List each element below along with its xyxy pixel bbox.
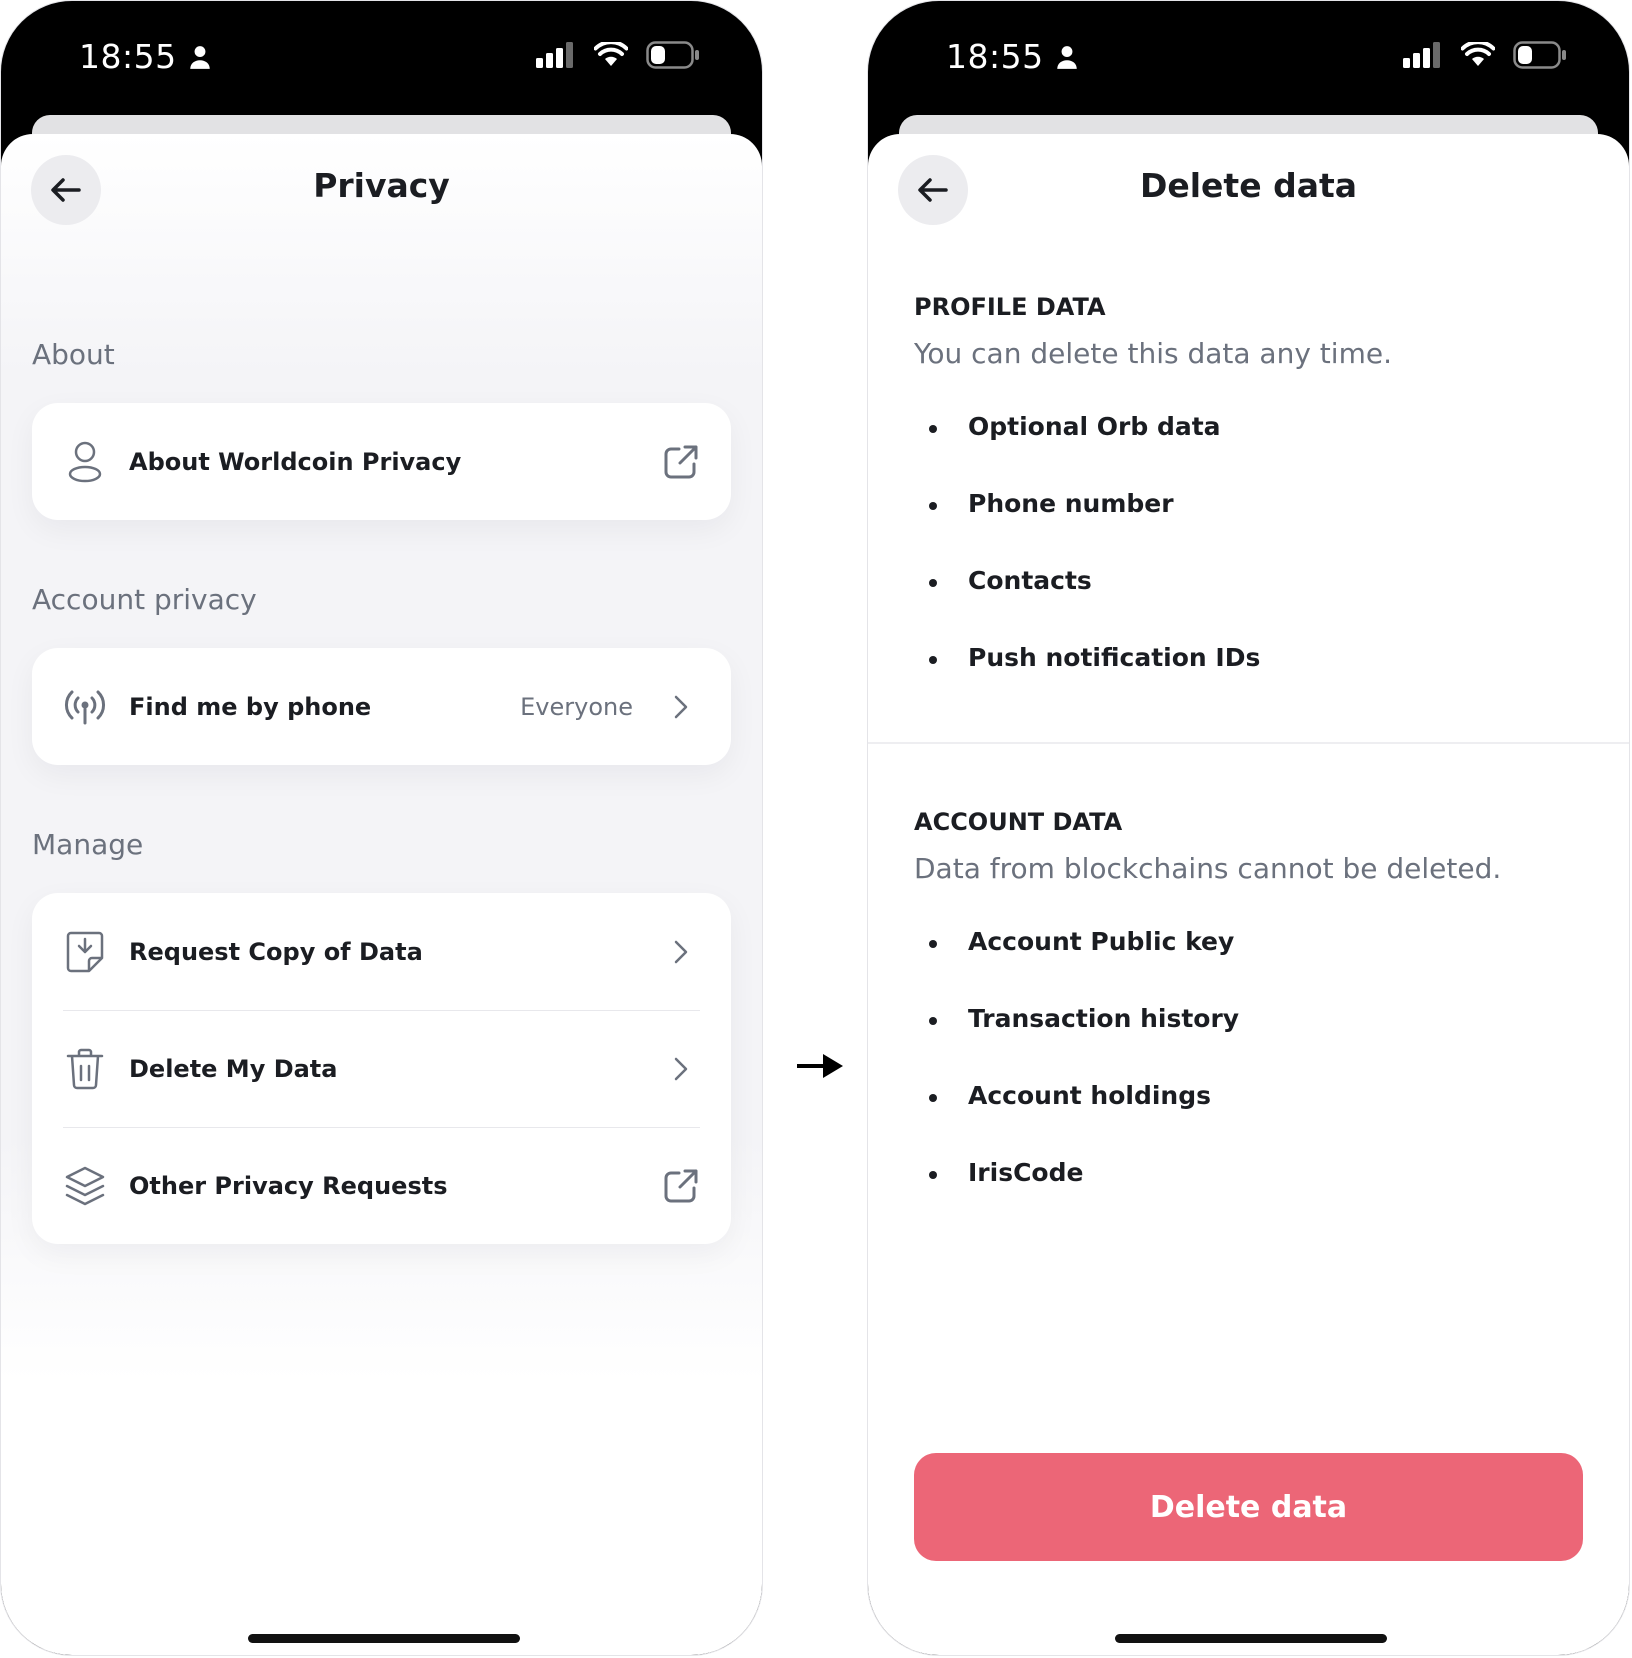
trash-icon: [63, 1047, 107, 1091]
chevron-right-icon: [662, 1050, 700, 1088]
home-indicator: [1115, 1634, 1387, 1643]
row-label: Other Privacy Requests: [129, 1171, 448, 1200]
person-status-icon: [189, 45, 210, 69]
battery-icon: [1513, 41, 1566, 69]
account-data-heading: ACCOUNT DATA: [914, 808, 1123, 836]
about-worldcoin-privacy-row[interactable]: About Worldcoin Privacy: [32, 403, 731, 520]
delete-my-data-row[interactable]: Delete My Data: [32, 1010, 731, 1127]
external-link-icon: [662, 1167, 700, 1205]
row-label: About Worldcoin Privacy: [129, 447, 462, 476]
status-bar: 18:55: [1, 1, 762, 116]
profile-data-heading: PROFILE DATA: [914, 293, 1106, 321]
list-item: Optional Orb data: [914, 412, 1260, 489]
section-label-account-privacy: Account privacy: [32, 583, 257, 616]
cellular-signal-icon: [536, 42, 573, 68]
broadcast-icon: [63, 685, 107, 729]
list-item: Transaction history: [914, 1004, 1239, 1081]
status-bar: 18:55: [868, 1, 1629, 116]
page-title: Delete data: [1139, 166, 1358, 205]
find-me-by-phone-row[interactable]: Find me by phone Everyone: [32, 648, 731, 765]
wifi-icon: [1461, 42, 1495, 66]
list-item: IrisCode: [914, 1158, 1239, 1235]
request-copy-of-data-row[interactable]: Request Copy of Data: [32, 893, 731, 1010]
home-indicator: [248, 1634, 520, 1643]
list-item: Push notification IDs: [914, 643, 1260, 720]
person-status-icon: [1056, 45, 1077, 69]
list-item: Account Public key: [914, 927, 1239, 1004]
battery-icon: [646, 41, 699, 69]
section-label-manage: Manage: [32, 828, 144, 861]
profile-data-list: Optional Orb data Phone number Contacts …: [914, 412, 1260, 720]
row-label: Find me by phone: [129, 692, 372, 721]
row-label: Delete My Data: [129, 1054, 338, 1083]
status-time: 18:55: [946, 37, 1044, 76]
privacy-screen: 18:55 Privacy About About Worldcoin Priv…: [0, 0, 763, 1656]
list-item: Contacts: [914, 566, 1260, 643]
list-item: Account holdings: [914, 1081, 1239, 1158]
cellular-signal-icon: [1403, 42, 1440, 68]
section-label-about: About: [32, 338, 115, 371]
about-card: About Worldcoin Privacy: [32, 403, 731, 520]
delete-data-sheet: Delete data PROFILE DATA You can delete …: [868, 134, 1629, 1655]
layers-icon: [63, 1164, 107, 1208]
account-data-subtitle: Data from blockchains cannot be deleted.: [914, 852, 1502, 885]
other-privacy-requests-row[interactable]: Other Privacy Requests: [32, 1127, 731, 1244]
profile-data-subtitle: You can delete this data any time.: [914, 337, 1392, 370]
wifi-icon: [594, 42, 628, 66]
person-icon: [63, 440, 107, 484]
row-label: Request Copy of Data: [129, 937, 423, 966]
manage-card: Request Copy of Data Delete My Data Othe: [32, 893, 731, 1244]
download-document-icon: [63, 930, 107, 974]
account-data-list: Account Public key Transaction history A…: [914, 927, 1239, 1235]
external-link-icon: [662, 443, 700, 481]
arrow-right-icon: [797, 1054, 843, 1078]
find-me-by-phone-value: Everyone: [520, 692, 633, 721]
account-privacy-card: Find me by phone Everyone: [32, 648, 731, 765]
chevron-right-icon: [662, 933, 700, 971]
chevron-right-icon: [662, 688, 700, 726]
status-time: 18:55: [79, 37, 177, 76]
delete-data-button[interactable]: Delete data: [914, 1453, 1583, 1561]
privacy-sheet: Privacy About About Worldcoin Privacy Ac…: [1, 134, 762, 1655]
section-divider: [868, 742, 1629, 744]
delete-data-screen: 18:55 Delete data PROFILE DATA You can d…: [867, 0, 1630, 1656]
page-title: Privacy: [313, 166, 450, 205]
list-item: Phone number: [914, 489, 1260, 566]
